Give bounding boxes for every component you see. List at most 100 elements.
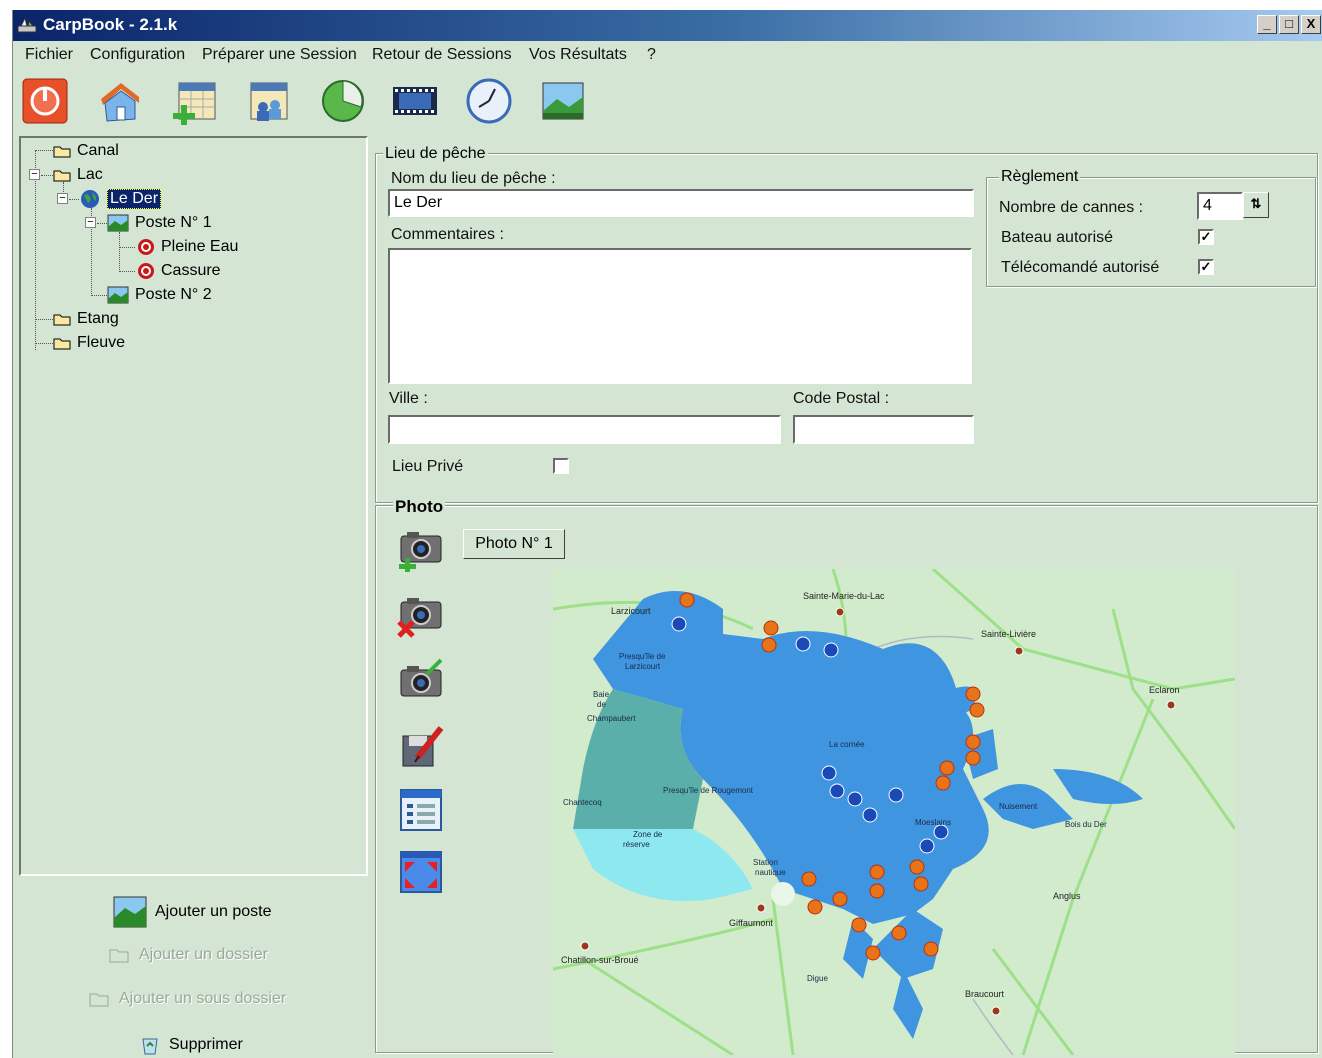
boat-checkbox[interactable]: ✓ <box>1198 229 1214 245</box>
tree-item-poste-2[interactable]: Poste N° 2 <box>107 284 212 306</box>
expander-poste-1[interactable]: − <box>85 217 96 228</box>
tree-actions: Ajouter un poste Ajouter un dossier Ajou… <box>19 878 368 1058</box>
menu-configuration[interactable]: Configuration <box>90 46 185 64</box>
tree-item-cassure[interactable]: Cassure <box>137 260 221 282</box>
svg-text:Chatillon-sur-Broué: Chatillon-sur-Broué <box>561 955 639 965</box>
tree-item-label: Lac <box>77 166 103 183</box>
svg-text:Sainte-Marie-du-Lac: Sainte-Marie-du-Lac <box>803 591 885 601</box>
folder-icon <box>53 146 71 158</box>
place-group-title: Lieu de pêche <box>383 145 488 163</box>
film-icon[interactable] <box>391 77 439 125</box>
tree-item-label: Pleine Eau <box>161 238 239 255</box>
rods-input[interactable]: 4 <box>1197 192 1243 220</box>
svg-text:Station: Station <box>753 858 778 867</box>
svg-text:Sainte-Livière: Sainte-Livière <box>981 629 1036 639</box>
landscape-icon[interactable] <box>539 77 587 125</box>
map-drawing: Sainte-Marie-du-Lac Sainte-Livière Eclaron… <box>553 569 1235 1055</box>
zip-input[interactable] <box>793 415 974 444</box>
tree-item-lac[interactable]: Lac <box>53 164 103 186</box>
private-checkbox[interactable] <box>553 458 569 474</box>
calendar-people-icon[interactable] <box>245 77 293 125</box>
camera-add-icon[interactable] <box>397 524 445 572</box>
home-icon[interactable] <box>95 77 143 125</box>
pie-chart-icon[interactable] <box>319 77 367 125</box>
svg-text:Chantecoq: Chantecoq <box>563 798 602 807</box>
globe-icon <box>81 190 99 208</box>
tree-item-fleuve[interactable]: Fleuve <box>53 332 125 354</box>
comments-label: Commentaires : <box>391 226 504 243</box>
rods-label: Nombre de cannes : <box>999 199 1144 216</box>
add-subfolder-label: Ajouter un sous dossier <box>119 990 287 1007</box>
svg-text:Presqu'île de: Presqu'île de <box>619 652 666 661</box>
add-folder-button[interactable]: Ajouter un dossier <box>109 946 268 964</box>
maximize-button[interactable]: □ <box>1279 15 1299 34</box>
add-post-label: Ajouter un poste <box>155 903 272 920</box>
tree-item-etang[interactable]: Etang <box>53 308 119 330</box>
city-label: Ville : <box>389 390 428 407</box>
add-subfolder-button[interactable]: Ajouter un sous dossier <box>89 990 286 1008</box>
title-bar[interactable]: CarpBook - 2.1.k _ □ X <box>13 10 1322 41</box>
calendar-add-icon[interactable] <box>171 77 219 125</box>
expander-lac[interactable]: − <box>29 169 40 180</box>
lake-map-image: Sainte-Marie-du-Lac Sainte-Livière Eclaron… <box>553 569 1235 1055</box>
svg-text:réserve: réserve <box>623 840 650 849</box>
comments-textarea[interactable] <box>388 248 972 384</box>
save-edit-icon[interactable] <box>397 722 445 770</box>
menu-preparer-session[interactable]: Préparer une Session <box>202 46 357 64</box>
fullscreen-icon[interactable] <box>397 848 445 896</box>
folder-icon <box>53 338 71 350</box>
landscape-icon <box>107 286 129 304</box>
list-icon[interactable] <box>397 786 445 834</box>
svg-text:nautique: nautique <box>755 868 786 877</box>
tree-item-poste-1[interactable]: Poste N° 1 <box>107 212 212 234</box>
camera-delete-icon[interactable] <box>397 590 445 638</box>
svg-text:Eclaron: Eclaron <box>1149 685 1180 695</box>
target-icon <box>138 239 154 255</box>
expander-le-der[interactable]: − <box>57 193 68 204</box>
tree-item-label: Fleuve <box>77 334 126 351</box>
folder-open-icon <box>109 949 129 963</box>
menu-vos-resultats[interactable]: Vos Résultats <box>529 46 627 64</box>
name-label: Nom du lieu de pêche : <box>391 170 556 187</box>
rules-group-title: Règlement <box>999 168 1081 186</box>
tree-item-canal[interactable]: Canal <box>53 140 119 162</box>
rods-spinner[interactable]: ⇅ <box>1243 192 1269 218</box>
svg-text:Anglus: Anglus <box>1053 891 1081 901</box>
close-button[interactable]: X <box>1301 15 1321 34</box>
svg-text:Nuisement: Nuisement <box>999 802 1038 811</box>
menu-fichier[interactable]: Fichier <box>25 46 73 64</box>
svg-text:Giffaumont: Giffaumont <box>729 918 773 928</box>
svg-text:Presqu'île de Rougemont: Presqu'île de Rougemont <box>663 786 754 795</box>
svg-text:Zone de: Zone de <box>633 830 663 839</box>
svg-text:Larzicourt: Larzicourt <box>625 662 661 671</box>
clock-icon[interactable] <box>465 77 513 125</box>
minimize-button[interactable]: _ <box>1257 15 1277 34</box>
tree-view[interactable]: − − − Canal Lac Le Der Poste N° 1 Pleine… <box>19 136 368 876</box>
tree-item-le-der[interactable]: Le Der <box>79 188 162 210</box>
toolbar <box>13 71 1322 137</box>
boat-label: Bateau autorisé <box>1001 229 1114 246</box>
photo-group-title: Photo <box>393 497 446 517</box>
tree-item-label: Le Der <box>107 189 162 209</box>
add-post-button[interactable]: Ajouter un poste <box>113 896 272 928</box>
svg-text:Digue: Digue <box>807 974 828 983</box>
delete-button[interactable]: Supprimer <box>139 1034 243 1056</box>
private-label: Lieu Privé <box>392 458 464 475</box>
menu-retour-sessions[interactable]: Retour de Sessions <box>372 46 512 64</box>
delete-label: Supprimer <box>169 1036 243 1053</box>
menu-bar: Fichier Configuration Préparer une Sessi… <box>13 41 1322 71</box>
tree-item-pleine-eau[interactable]: Pleine Eau <box>137 236 238 258</box>
app-logo-icon <box>17 16 37 33</box>
svg-text:Larzicourt: Larzicourt <box>611 606 651 616</box>
svg-text:de: de <box>597 700 606 709</box>
menu-help[interactable]: ? <box>647 46 656 64</box>
rc-checkbox[interactable]: ✓ <box>1198 259 1214 275</box>
city-input[interactable] <box>388 415 781 444</box>
name-input[interactable]: Le Der <box>388 189 974 217</box>
camera-edit-icon[interactable] <box>397 656 445 704</box>
power-icon[interactable] <box>21 77 69 125</box>
tab-photo-1[interactable]: Photo N° 1 <box>463 529 565 559</box>
landscape-icon <box>113 896 147 928</box>
tree-item-label: Cassure <box>161 262 221 279</box>
landscape-icon <box>107 214 129 232</box>
